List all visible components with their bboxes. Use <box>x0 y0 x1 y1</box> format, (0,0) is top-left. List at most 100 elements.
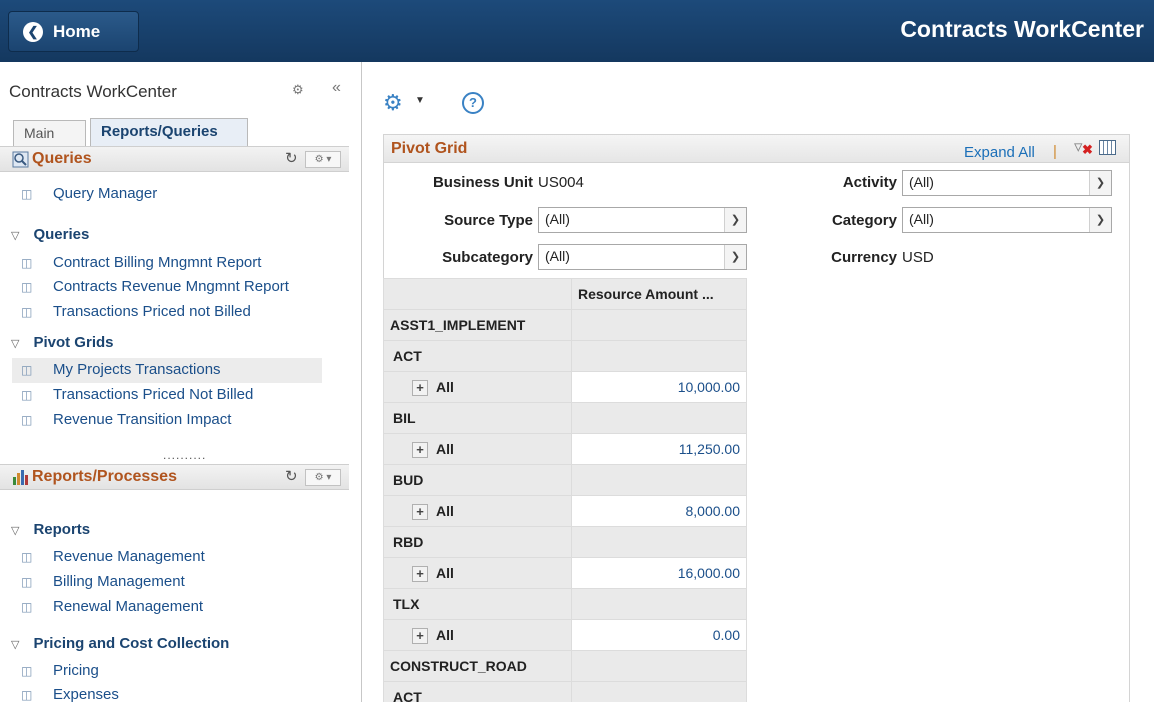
table-row: TLX <box>383 588 747 620</box>
chevron-down-icon: ❯ <box>724 245 746 269</box>
currency-value: USD <box>902 249 934 266</box>
bar-chart-icon <box>13 470 28 485</box>
table-row: + All 11,250.00 <box>383 433 747 465</box>
table-header-row: Resource Amount ... <box>383 278 747 310</box>
link-icon: ◫ <box>21 280 33 294</box>
group-pivot-grids[interactable]: ▽ Pivot Grids <box>11 334 114 351</box>
plus-icon[interactable]: + <box>412 379 428 396</box>
sidebar-link-report[interactable]: ◫ Pricing <box>21 662 99 679</box>
section-options-button[interactable]: ⚙ ▾ <box>305 469 341 486</box>
cell-value[interactable]: 0.00 <box>571 619 747 651</box>
sidebar-link-query-manager[interactable]: ◫ Query Manager <box>21 185 157 202</box>
table-row: RBD <box>383 526 747 558</box>
plus-icon[interactable]: + <box>412 441 428 458</box>
row-label: RBD <box>383 526 572 558</box>
link-icon: ◫ <box>21 664 33 678</box>
pane-splitter[interactable]: .......... <box>163 448 206 462</box>
plus-icon[interactable]: + <box>412 627 428 644</box>
currency-label: Currency <box>831 249 897 266</box>
link-icon: ◫ <box>21 600 33 614</box>
pivot-grid-header: Pivot Grid Expand All | ▿ ✖ <box>383 134 1130 163</box>
plus-icon[interactable]: + <box>412 503 428 520</box>
cell-value[interactable]: 10,000.00 <box>571 371 747 403</box>
expand-all-link[interactable]: Expand All <box>964 144 1035 161</box>
sidebar-link-query[interactable]: ◫ Contract Billing Mngmnt Report <box>21 254 261 271</box>
table-row: ACT <box>383 681 747 702</box>
link-icon: ◫ <box>21 550 33 564</box>
link-icon: ◫ <box>21 363 33 377</box>
reports-section-title: Reports/Processes <box>32 468 177 485</box>
link-icon: ◫ <box>21 305 33 319</box>
chevron-left-icon: ❮ <box>23 21 43 42</box>
category-select[interactable]: (All) ❯ <box>902 207 1112 233</box>
source-type-select[interactable]: (All) ❯ <box>538 207 747 233</box>
activity-select[interactable]: (All) ❯ <box>902 170 1112 196</box>
group-pricing-cost-collection[interactable]: ▽ Pricing and Cost Collection <box>11 635 229 652</box>
category-label: Category <box>831 212 897 229</box>
subcategory-label: Subcategory <box>442 249 533 266</box>
source-type-label: Source Type <box>444 212 533 229</box>
cell-value[interactable]: 16,000.00 <box>571 557 747 589</box>
chevron-down-icon: ❯ <box>724 208 746 232</box>
gear-icon[interactable]: ⚙ <box>383 90 403 116</box>
link-icon: ◫ <box>21 256 33 270</box>
business-unit-label: Business Unit <box>432 174 533 191</box>
subcategory-select[interactable]: (All) ❯ <box>538 244 747 270</box>
sidebar-link-pivot-grid[interactable]: ◫ My Projects Transactions <box>21 361 221 378</box>
collapse-triangle-icon: ▽ <box>11 338 20 350</box>
page-title: Contracts WorkCenter <box>900 16 1144 42</box>
row-label: + All <box>383 495 572 527</box>
grid-view-icon[interactable] <box>1099 140 1116 155</box>
group-reports[interactable]: ▽ Reports <box>11 521 90 538</box>
tab-reports-queries[interactable]: Reports/Queries <box>90 118 248 146</box>
sidebar-link-query[interactable]: ◫ Transactions Priced not Billed <box>21 303 251 320</box>
chevron-down-icon[interactable]: ▼ <box>415 95 425 106</box>
sidebar-link-pivot-grid[interactable]: ◫ Transactions Priced Not Billed <box>21 386 253 403</box>
column-header[interactable]: Resource Amount ... <box>571 278 747 310</box>
row-header-corner <box>383 278 572 310</box>
table-row: + All 8,000.00 <box>383 495 747 527</box>
pivot-table: Resource Amount ... ASST1_IMPLEMENT ACT … <box>383 278 747 702</box>
link-icon: ◫ <box>21 413 33 427</box>
home-button[interactable]: ❮ Home <box>8 11 139 52</box>
collapse-triangle-icon: ▽ <box>11 525 20 537</box>
sidebar-link-query[interactable]: ◫ Contracts Revenue Mngmnt Report <box>21 278 289 295</box>
row-label: + All <box>383 433 572 465</box>
row-label: ACT <box>383 340 572 372</box>
sidebar-link-report[interactable]: ◫ Renewal Management <box>21 598 203 615</box>
business-unit-value: US004 <box>538 174 584 191</box>
sidebar-link-report[interactable]: ◫ Billing Management <box>21 573 185 590</box>
query-icon <box>12 151 29 168</box>
sidebar-link-pivot-grid[interactable]: ◫ Revenue Transition Impact <box>21 411 231 428</box>
refresh-icon[interactable]: ↻ <box>285 149 298 167</box>
cell-value[interactable]: 8,000.00 <box>571 495 747 527</box>
collapse-triangle-icon: ▽ <box>11 230 20 242</box>
row-label: CONSTRUCT_ROAD <box>383 650 572 682</box>
cell-value[interactable]: 11,250.00 <box>571 433 747 465</box>
collapse-triangle-icon: ▽ <box>11 639 20 651</box>
section-options-button[interactable]: ⚙ ▾ <box>305 151 341 168</box>
queries-section-header[interactable]: Queries ↻ ⚙ ▾ <box>0 146 349 172</box>
table-row: + All 16,000.00 <box>383 557 747 589</box>
pivot-grid-title: Pivot Grid <box>391 140 468 157</box>
table-row: + All 0.00 <box>383 619 747 651</box>
tab-main[interactable]: Main <box>13 120 86 148</box>
sidebar-link-report[interactable]: ◫ Expenses <box>21 686 119 702</box>
link-icon: ◫ <box>21 388 33 402</box>
sidebar-link-report[interactable]: ◫ Revenue Management <box>21 548 205 565</box>
row-label: ACT <box>383 681 572 702</box>
help-icon[interactable]: ? <box>462 92 484 114</box>
table-row: BUD <box>383 464 747 496</box>
table-row: CONSTRUCT_ROAD <box>383 650 747 682</box>
plus-icon[interactable]: + <box>412 565 428 582</box>
refresh-icon[interactable]: ↻ <box>285 467 298 485</box>
reports-section-header[interactable]: Reports/Processes ↻ ⚙ ▾ <box>0 464 349 490</box>
filter-clear-icon[interactable]: ▿ ✖ <box>1074 137 1093 157</box>
gear-icon[interactable]: ⚙ <box>292 82 304 98</box>
row-label: BUD <box>383 464 572 496</box>
row-label: + All <box>383 557 572 589</box>
group-queries[interactable]: ▽ Queries <box>11 226 89 243</box>
double-chevron-left-icon[interactable]: « <box>332 79 341 97</box>
top-banner: ❮ Home Contracts WorkCenter <box>0 0 1154 62</box>
row-label: TLX <box>383 588 572 620</box>
